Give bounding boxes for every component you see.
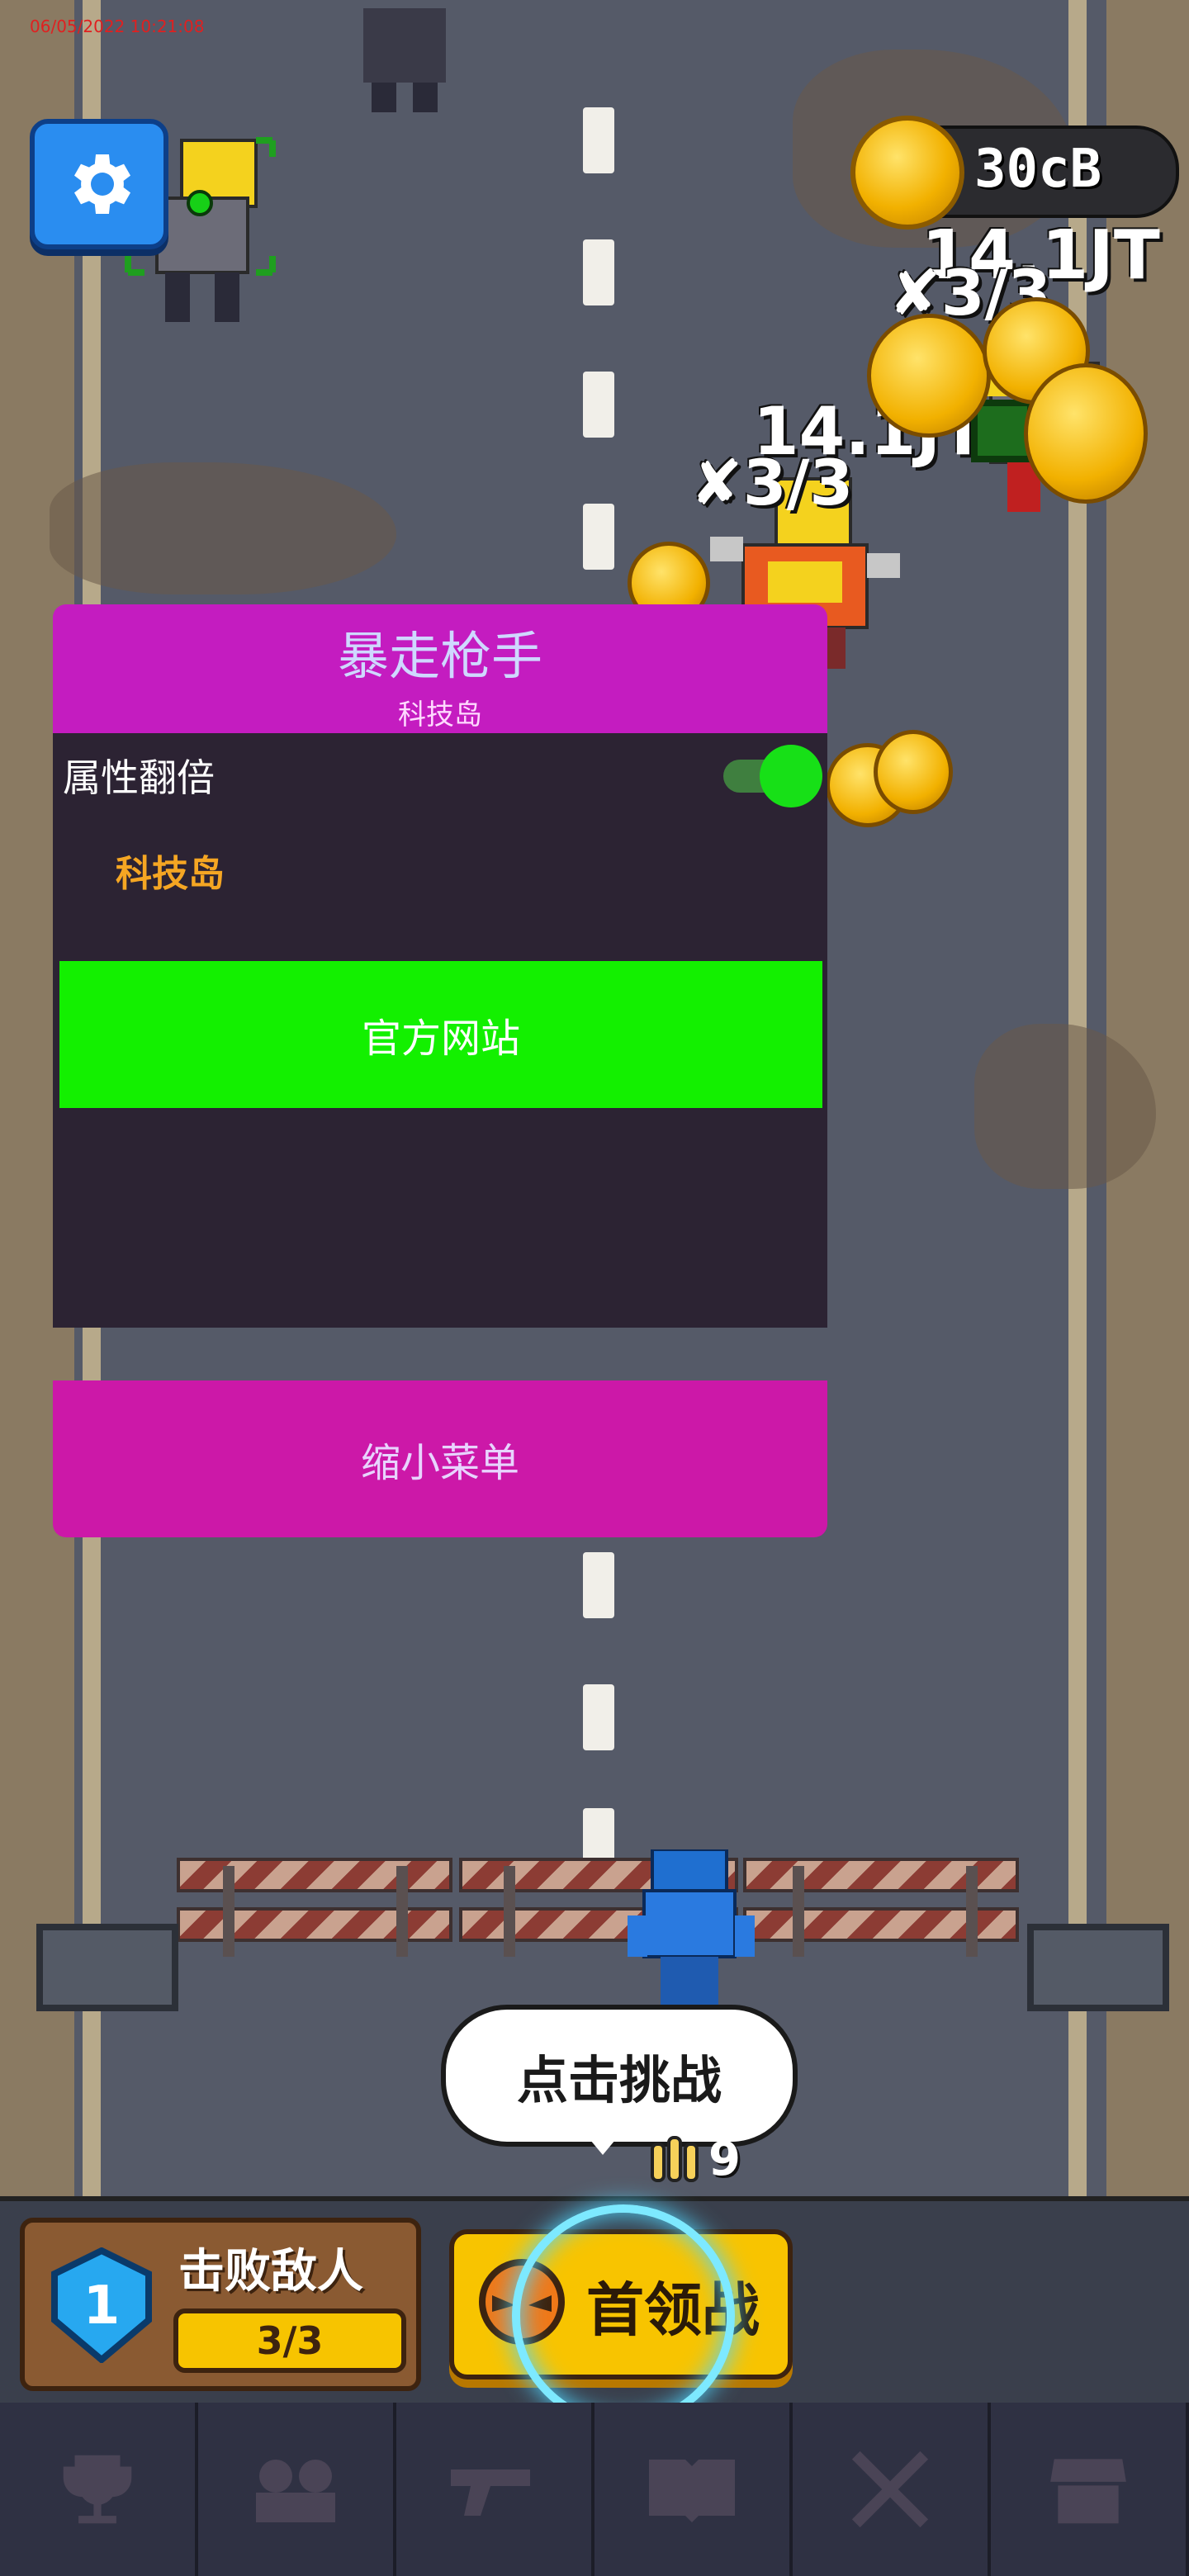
enemy-kill-counter: ✘3/3 [690, 446, 854, 519]
trophy-icon [63, 2455, 132, 2524]
quest-level: 1 [83, 2275, 121, 2337]
mod-menu-subtitle: 科技岛 [398, 698, 482, 732]
gear-icon [74, 154, 130, 214]
nav-characters[interactable] [198, 2403, 396, 2576]
bottom-navigation [0, 2403, 1189, 2576]
coin-amount: 30cB [974, 139, 1102, 200]
coin-icon [850, 116, 964, 230]
road-barrier [177, 1907, 452, 1942]
book-icon [649, 2460, 735, 2522]
crossed-sword-icon: ✘ [690, 446, 743, 519]
bullets-icon [651, 2136, 699, 2182]
level-shield-icon: 1 [51, 2247, 152, 2363]
lane-marking [583, 239, 614, 305]
enemy-zombie[interactable] [347, 0, 462, 116]
coin-pickup[interactable] [874, 730, 953, 814]
collapse-menu-button[interactable]: 缩小菜单 [53, 1380, 827, 1537]
status-timestamp: 06/05/2022 10:21:08 [30, 17, 205, 36]
tap-highlight-ring [512, 2204, 735, 2427]
quest-card[interactable]: 1 击败敌人 3/3 [20, 2218, 421, 2391]
double-stats-toggle[interactable] [718, 745, 822, 807]
official-website-button[interactable]: 官方网站 [59, 961, 822, 1108]
ammo-count: 9 [708, 2132, 741, 2186]
barrier-post [223, 1866, 234, 1957]
nav-battle[interactable] [793, 2403, 991, 2576]
quest-title: 击败敌人 [178, 2245, 363, 2299]
coin-pickup[interactable] [1024, 363, 1148, 504]
shop-icon [1050, 2459, 1126, 2524]
barrier-post [793, 1866, 804, 1957]
mod-menu-title: 暴走枪手 [337, 626, 542, 686]
nav-weapons[interactable] [396, 2403, 594, 2576]
mod-menu: 暴走枪手 科技岛 属性翻倍 科技岛 官方网站 缩小菜单 [53, 604, 827, 1537]
barrier-post [504, 1866, 515, 1957]
lane-marking [583, 1552, 614, 1618]
settings-button[interactable] [30, 119, 168, 249]
lane-marking [583, 1684, 614, 1750]
lane-marking [583, 107, 614, 173]
concrete-block [36, 1924, 178, 2011]
nav-book[interactable] [594, 2403, 793, 2576]
characters-icon [256, 2460, 335, 2522]
coin-pickup[interactable] [867, 314, 991, 438]
concrete-block [1027, 1924, 1169, 2011]
gun-icon [451, 2469, 530, 2516]
barrier-post [396, 1866, 408, 1957]
road-barrier [177, 1858, 452, 1892]
barrier-post [966, 1866, 978, 1957]
quest-progress: 3/3 [173, 2308, 406, 2373]
tooltip-tail [578, 2125, 628, 2155]
lane-marking [583, 372, 614, 438]
nav-shop[interactable] [991, 2403, 1189, 2576]
mod-menu-header[interactable]: 暴走枪手 科技岛 [53, 604, 827, 733]
player-character[interactable] [628, 1849, 768, 2015]
crossed-swords-icon [851, 2451, 929, 2528]
toggle-knob [760, 745, 822, 807]
ammo-counter: 9 [649, 2130, 741, 2188]
nav-trophy[interactable] [0, 2403, 198, 2576]
mod-menu-body: 属性翻倍 科技岛 官方网站 [53, 733, 827, 1328]
source-label: 科技岛 [116, 853, 225, 895]
lane-marking [583, 504, 614, 570]
double-stats-label: 属性翻倍 [63, 755, 215, 800]
